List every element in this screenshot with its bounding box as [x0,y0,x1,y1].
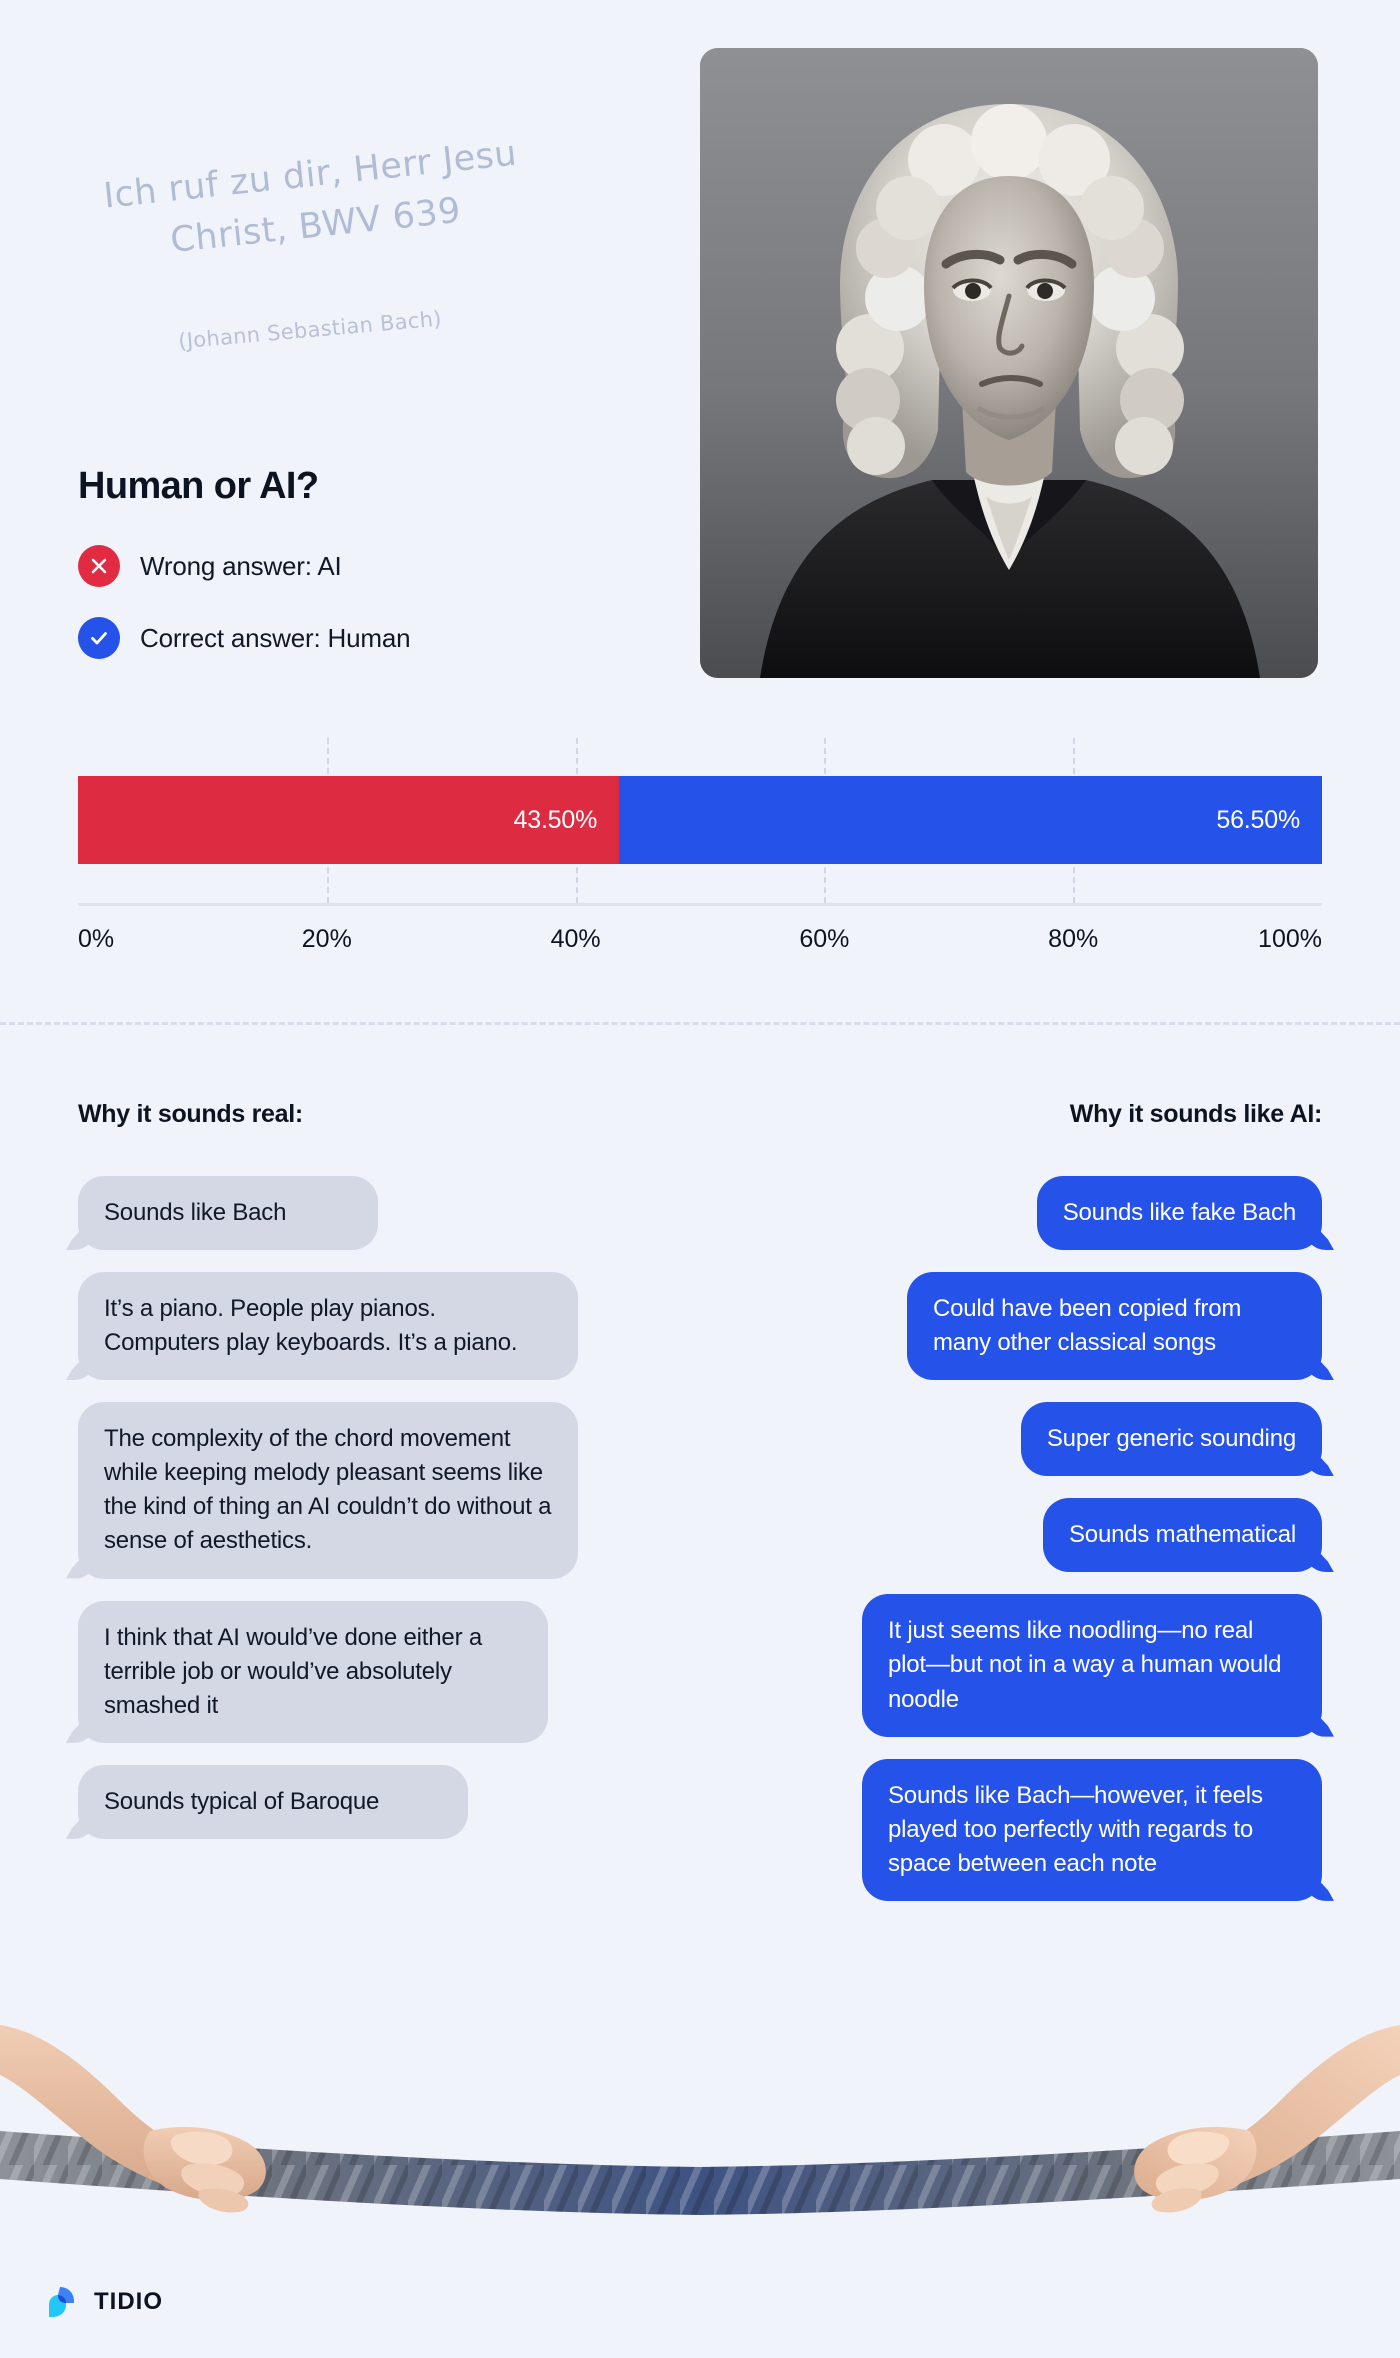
axis-tick-20: 20% [301,925,352,953]
correct-answer-label: Correct answer: Human [140,622,411,653]
tidio-logo-icon [44,2284,80,2320]
comment-bubble: It’s a piano. People play pianos. Comput… [78,1272,578,1381]
results-bar-chart: 43.50% 56.50% 0% 20% 40% 60% 80% 100% [78,738,1322,975]
x-circle-icon [78,545,120,587]
comment-bubble: It just seems like noodling—no real plot… [862,1594,1322,1737]
answer-legend: Wrong answer: AI Correct answer: Human [78,545,411,689]
footer-brand: TIDIO [44,2284,163,2320]
column-heading-real: Why it sounds real: [78,1100,303,1128]
composer-portrait [700,48,1318,678]
bar-segment-ai: 43.50% [78,776,620,864]
axis-tick-100: 100% [1258,925,1322,953]
check-circle-icon [78,617,120,659]
piece-title: Ich ruf zu dir, Herr Jesu Christ, BWV 63… [74,126,552,276]
comment-bubble: Sounds like Bach—however, it feels playe… [862,1758,1322,1901]
correct-answer-row: Correct answer: Human [78,617,411,659]
header-section: Ich ruf zu dir, Herr Jesu Christ, BWV 63… [0,0,1400,700]
axis-tick-40: 40% [550,925,601,953]
comment-bubble: Sounds like Bach [78,1176,378,1251]
comment-bubble: I think that AI would’ve done either a t… [78,1600,548,1743]
column-heading-ai: Why it sounds like AI: [1069,1100,1323,1128]
bar-segment-human: 56.50% [619,776,1322,864]
wrong-answer-row: Wrong answer: AI [78,545,410,587]
comment-bubble: Super generic sounding [1020,1402,1322,1477]
section-divider [0,1022,1400,1025]
chart-plot-area: 43.50% 56.50% [78,738,1322,906]
comment-bubble: Sounds typical of Baroque [78,1764,468,1839]
column-sounds-like-ai: Why it sounds like AI: Sounds like fake … [702,1100,1322,1923]
x-axis-line [78,903,1322,906]
x-axis-tick-labels: 0% 20% 40% 60% 80% 100% [78,925,1322,975]
wrong-answer-label: Wrong answer: AI [140,550,342,581]
stacked-bar: 43.50% 56.50% [78,776,1322,864]
page-title: Human or AI? [78,465,319,507]
comments-section: Why it sounds real: Sounds like Bach It’… [0,1100,1400,1923]
comment-bubble: Sounds mathematical [1043,1498,1322,1573]
brand-name: TIDIO [94,2288,163,2315]
comment-bubble: The complexity of the chord movement whi… [78,1402,578,1579]
piece-composer: (Johann Sebastian Bach) [177,306,443,354]
column-sounds-real: Why it sounds real: Sounds like Bach It’… [78,1100,698,1923]
comment-bubble: Sounds like fake Bach [1036,1176,1322,1251]
axis-tick-0: 0% [78,925,115,953]
axis-tick-80: 80% [1048,925,1099,953]
axis-tick-60: 60% [799,925,850,953]
tug-of-war-illustration [0,2003,1400,2233]
comment-bubble: Could have been copied from many other c… [907,1272,1322,1381]
